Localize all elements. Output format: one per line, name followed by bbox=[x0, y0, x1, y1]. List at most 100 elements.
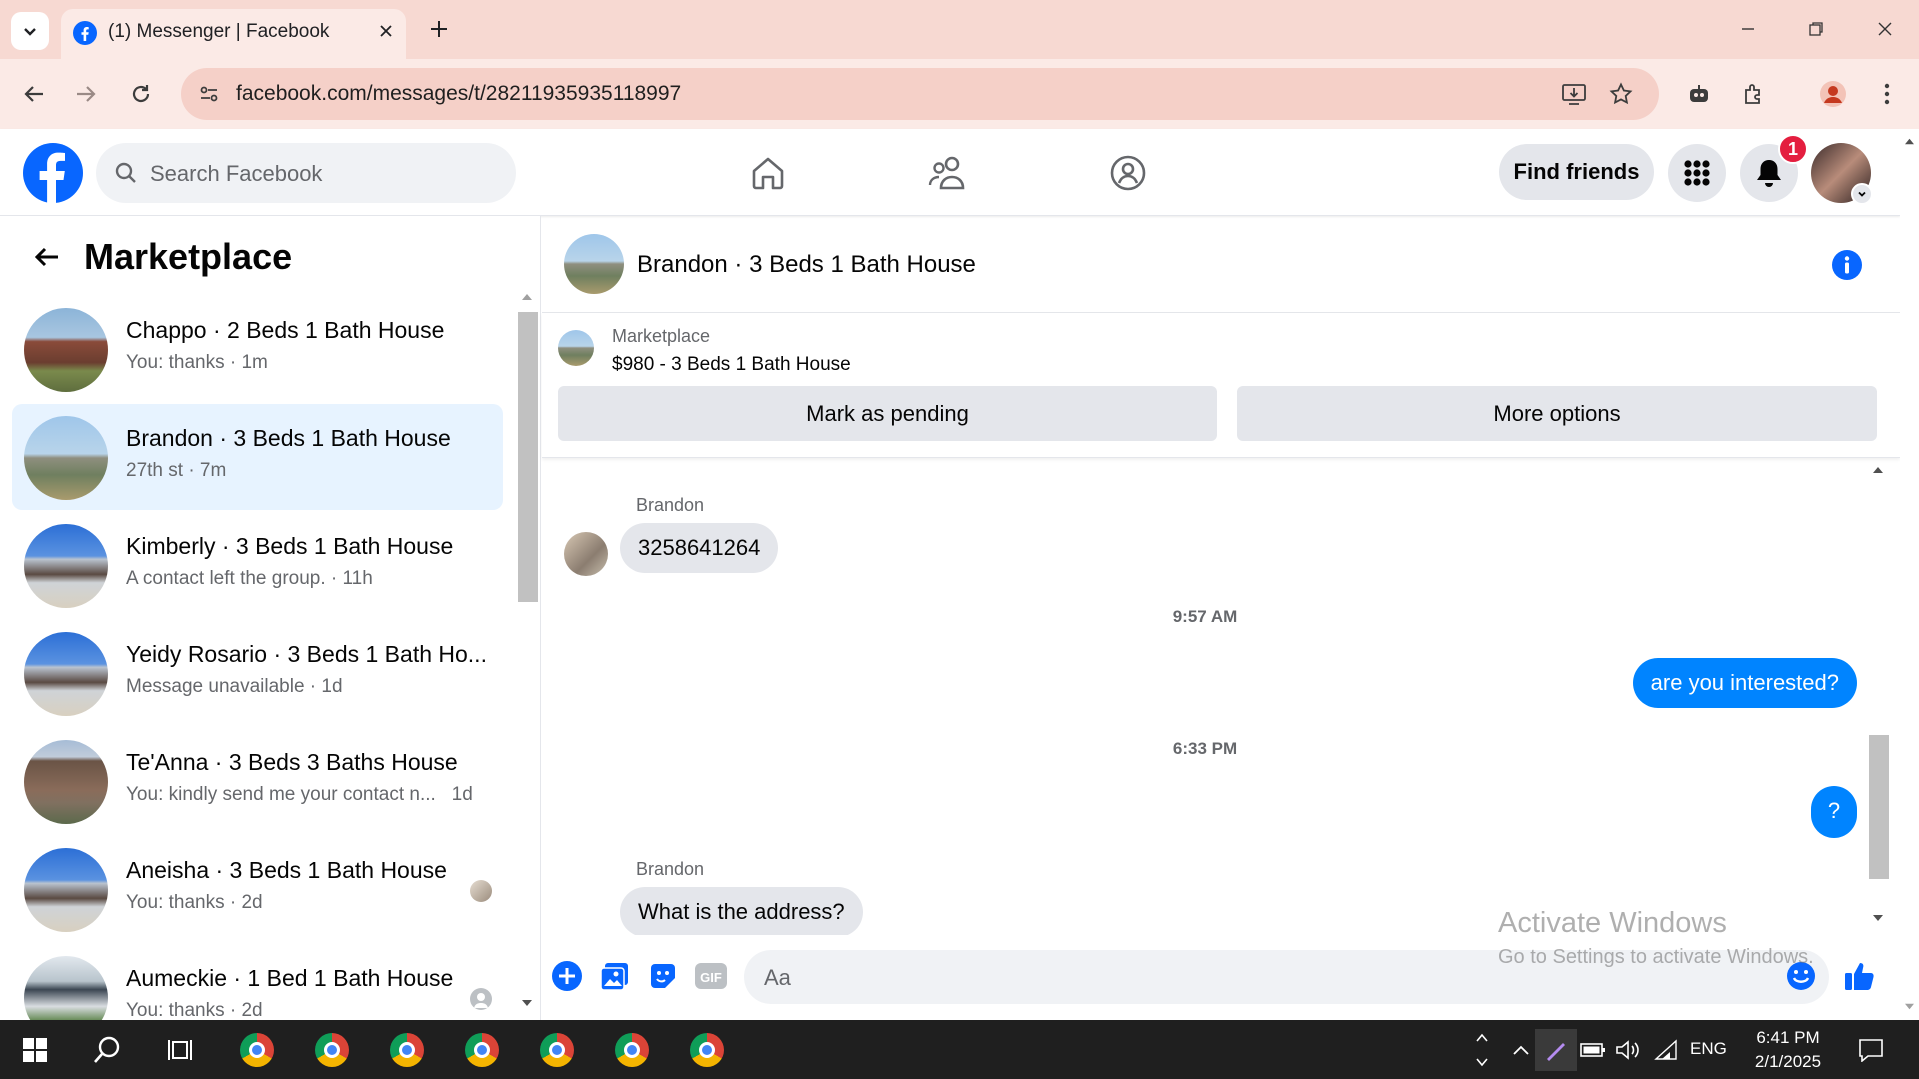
extensions-puzzle-icon[interactable] bbox=[1736, 76, 1772, 112]
taskbar-chrome-2[interactable] bbox=[311, 1029, 353, 1071]
chat-title[interactable]: Brandon · 3 Beds 1 Bath House bbox=[637, 251, 976, 279]
arrow-left-icon bbox=[24, 86, 43, 102]
outgoing-message[interactable]: are you interested? bbox=[1632, 658, 1857, 708]
taskbar-chrome-7[interactable] bbox=[686, 1029, 728, 1071]
incoming-message[interactable]: 3258641264 bbox=[620, 523, 779, 573]
taskbar-scroll-arrows[interactable] bbox=[1470, 1029, 1494, 1071]
marketplace-title: Marketplace bbox=[84, 236, 293, 277]
forward-button[interactable] bbox=[68, 76, 104, 112]
outgoing-message[interactable]: ? bbox=[1811, 786, 1857, 838]
conversation-preview: You: thanks · 2d bbox=[126, 1000, 263, 1020]
marketplace-label: Marketplace bbox=[612, 326, 711, 346]
back-button[interactable] bbox=[16, 76, 52, 112]
conversation-item[interactable]: Aneisha · 3 Beds 1 Bath House You: thank… bbox=[12, 836, 503, 942]
conversation-item[interactable]: Chappo · 2 Beds 1 Bath House You: thanks… bbox=[12, 296, 503, 402]
taskbar-chrome-4[interactable] bbox=[461, 1029, 503, 1071]
friends-nav-button[interactable] bbox=[924, 149, 972, 197]
reload-button[interactable] bbox=[123, 76, 159, 112]
message-timestamp: 9:57 AM bbox=[1172, 607, 1238, 626]
tab-search-button[interactable] bbox=[11, 12, 49, 50]
search-icon bbox=[115, 162, 136, 183]
minimize-icon bbox=[1742, 28, 1754, 30]
conversation-list-scrollbar[interactable] bbox=[516, 288, 538, 1012]
input-language[interactable]: ENG bbox=[1690, 1039, 1727, 1059]
incoming-message[interactable]: What is the address? bbox=[620, 887, 863, 935]
conversation-item[interactable]: Aumeckie · 1 Bed 1 Bath House You: thank… bbox=[12, 944, 503, 1020]
find-friends-button[interactable]: Find friends bbox=[1499, 144, 1654, 200]
volume-icon[interactable] bbox=[1607, 1029, 1649, 1071]
system-clock[interactable]: 6:41 PM 2/1/2025 bbox=[1738, 1026, 1838, 1074]
like-thumbs-up-icon[interactable] bbox=[1842, 958, 1878, 994]
restore-window-button[interactable] bbox=[1792, 10, 1840, 48]
watermark-line2: Go to Settings to activate Windows. bbox=[1498, 946, 1814, 968]
message-thread-scrollbar[interactable] bbox=[1867, 459, 1889, 935]
close-window-button[interactable] bbox=[1861, 10, 1909, 48]
scrollbar-thumb[interactable] bbox=[518, 312, 538, 602]
sender-name: Brandon bbox=[636, 495, 705, 515]
scrollbar-thumb[interactable] bbox=[1869, 735, 1889, 879]
scroll-down-icon[interactable] bbox=[1872, 913, 1884, 923]
new-tab-button[interactable] bbox=[422, 12, 456, 46]
conversation-item-active[interactable]: Brandon · 3 Beds 1 Bath House 27th st · … bbox=[12, 404, 503, 510]
search-input[interactable]: Search Facebook bbox=[96, 143, 516, 203]
menu-grid-button[interactable] bbox=[1668, 144, 1726, 202]
close-tab-icon[interactable] bbox=[374, 19, 398, 43]
reload-icon bbox=[132, 85, 150, 103]
taskbar-chrome-6[interactable] bbox=[611, 1029, 653, 1071]
facebook-logo-icon[interactable] bbox=[23, 143, 83, 203]
pen-tray-icon[interactable] bbox=[1535, 1029, 1577, 1071]
marketplace-listing-bar: Marketplace $980 - 3 Beds 1 Bath House M… bbox=[542, 313, 1900, 458]
extension-bot-icon[interactable] bbox=[1681, 76, 1717, 112]
page-scrollbar[interactable] bbox=[1900, 129, 1919, 1020]
conversation-item[interactable]: Kimberly · 3 Beds 1 Bath House A contact… bbox=[12, 512, 503, 618]
groups-icon bbox=[1110, 155, 1146, 191]
back-arrow-icon[interactable] bbox=[29, 239, 65, 275]
taskbar-chrome-5[interactable] bbox=[536, 1029, 578, 1071]
account-chevron-down-icon[interactable] bbox=[1851, 183, 1873, 205]
conversation-item[interactable]: Yeidy Rosario · 3 Beds 1 Bath Ho... Mess… bbox=[12, 620, 503, 726]
windows-start-button[interactable] bbox=[14, 1029, 56, 1071]
address-bar[interactable]: facebook.com/messages/t/2821193593511899… bbox=[181, 68, 1659, 120]
scroll-up-icon[interactable] bbox=[1904, 137, 1915, 146]
sender-avatar[interactable] bbox=[564, 532, 608, 576]
listing-price-title[interactable]: $980 - 3 Beds 1 Bath House bbox=[612, 354, 851, 376]
marketplace-conversations-panel: Marketplace Chappo · 2 Beds 1 Bath House… bbox=[0, 216, 541, 1020]
sticker-icon[interactable] bbox=[645, 958, 681, 994]
home-nav-button[interactable] bbox=[744, 149, 792, 197]
plus-circle-icon[interactable] bbox=[549, 958, 585, 994]
scroll-down-icon[interactable] bbox=[1904, 1002, 1915, 1011]
conversation-item[interactable]: Te'Anna · 3 Beds 3 Baths House You: kind… bbox=[12, 728, 503, 834]
site-info-icon[interactable] bbox=[193, 78, 225, 110]
scroll-up-icon[interactable] bbox=[521, 292, 533, 302]
sender-name: Brandon bbox=[636, 859, 705, 879]
taskbar-chrome-3[interactable] bbox=[386, 1029, 428, 1071]
clock-date: 2/1/2025 bbox=[1754, 1052, 1822, 1071]
photo-icon[interactable] bbox=[597, 958, 633, 994]
restore-icon bbox=[1809, 22, 1823, 36]
wifi-icon[interactable] bbox=[1645, 1029, 1687, 1071]
info-icon[interactable] bbox=[1831, 249, 1863, 281]
listing-small-thumbnail[interactable] bbox=[558, 330, 594, 366]
plus-icon bbox=[431, 21, 447, 37]
mark-as-pending-button[interactable]: Mark as pending bbox=[558, 386, 1217, 441]
taskbar-chrome-1[interactable] bbox=[236, 1029, 278, 1071]
taskbar-search-button[interactable] bbox=[86, 1029, 128, 1071]
scroll-down-icon[interactable] bbox=[521, 998, 533, 1008]
listing-thumbnail bbox=[24, 308, 108, 392]
gif-icon[interactable]: GIF bbox=[693, 958, 729, 994]
chrome-icon bbox=[690, 1033, 724, 1067]
more-options-button[interactable]: More options bbox=[1237, 386, 1877, 441]
browser-toolbar: facebook.com/messages/t/2821193593511899… bbox=[0, 59, 1919, 129]
browser-tab-messenger[interactable]: (1) Messenger | Facebook bbox=[61, 9, 406, 59]
friends-icon bbox=[928, 156, 965, 190]
minimize-window-button[interactable] bbox=[1724, 10, 1772, 48]
profile-icon[interactable] bbox=[1815, 76, 1851, 112]
scroll-up-icon[interactable] bbox=[1872, 465, 1884, 475]
browser-menu-icon[interactable] bbox=[1869, 76, 1905, 112]
chat-listing-avatar[interactable] bbox=[564, 234, 624, 294]
task-view-button[interactable] bbox=[159, 1029, 201, 1071]
action-center-icon[interactable] bbox=[1850, 1029, 1892, 1071]
bookmark-star-icon[interactable] bbox=[1605, 78, 1637, 110]
install-app-icon[interactable] bbox=[1558, 78, 1590, 110]
groups-nav-button[interactable] bbox=[1104, 149, 1152, 197]
